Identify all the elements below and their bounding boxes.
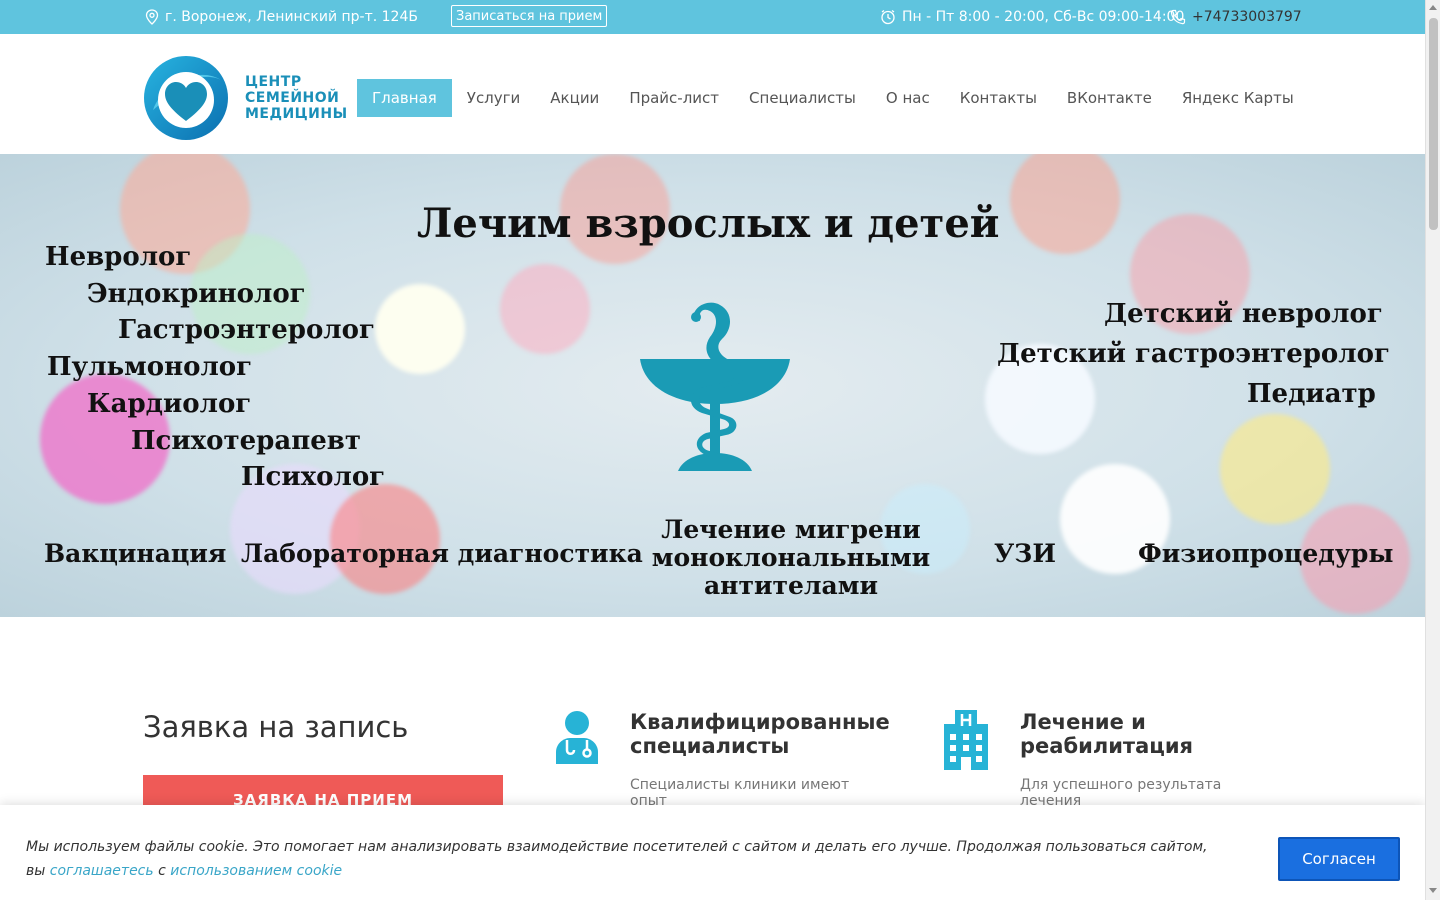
cookie-accept-button[interactable]: Согласен bbox=[1278, 837, 1400, 881]
clock-icon bbox=[881, 9, 895, 25]
nav-item-about[interactable]: О нас bbox=[871, 79, 945, 117]
specialist-label: Эндокринолог bbox=[87, 279, 306, 309]
scroll-up-arrow-icon[interactable] bbox=[1429, 5, 1437, 10]
nav-item-yandex-maps[interactable]: Яндекс Карты bbox=[1167, 79, 1309, 117]
hours-text: Пн - Пт 8:00 - 20:00, Сб-Вс 09:00-14:00 bbox=[902, 9, 1185, 25]
specialist-label: Невролог bbox=[45, 242, 192, 272]
nav-item-price-list[interactable]: Прайс-лист bbox=[614, 79, 734, 117]
scroll-down-arrow-icon[interactable] bbox=[1429, 888, 1437, 893]
specialist-label: Кардиолог bbox=[87, 389, 252, 419]
nav-item-contacts[interactable]: Контакты bbox=[945, 79, 1052, 117]
phone-icon bbox=[1170, 9, 1186, 25]
nav-item-specialists[interactable]: Специалисты bbox=[734, 79, 871, 117]
feature-title: Лечение и реабилитация bbox=[1020, 710, 1194, 758]
address-text: г. Воронеж, Ленинский пр-т. 124Б bbox=[165, 9, 418, 25]
bokeh-light bbox=[1010, 154, 1120, 254]
bokeh-light bbox=[375, 284, 465, 374]
nav-item-services[interactable]: Услуги bbox=[452, 79, 535, 117]
service-label-migraine: Лечение мигрени моноклональными антитела… bbox=[651, 515, 931, 600]
nav-item-promotions[interactable]: Акции bbox=[535, 79, 614, 117]
service-label: Вакцинация bbox=[44, 539, 227, 568]
specialist-label: Психотерапевт bbox=[131, 426, 361, 456]
heart-logo-icon bbox=[144, 56, 228, 140]
appointment-button[interactable]: Записаться на прием bbox=[451, 5, 608, 27]
cookie-usage-link[interactable]: использованием cookie bbox=[170, 863, 342, 879]
logo-line-1: ЦЕНТР bbox=[245, 74, 302, 90]
cookie-agree-link[interactable]: соглашаетесь bbox=[50, 863, 154, 879]
logo-text: ЦЕНТР СЕМЕЙНОЙ МЕДИЦИНЫ bbox=[245, 74, 348, 122]
bokeh-light bbox=[500, 264, 590, 354]
logo-line-3: МЕДИЦИНЫ bbox=[245, 106, 348, 122]
location-pin-icon bbox=[145, 9, 159, 25]
hospital-icon bbox=[944, 710, 988, 770]
specialist-label: Гастроэнтеролог bbox=[118, 315, 375, 345]
caduceus-bowl-icon bbox=[640, 302, 790, 471]
address: г. Воронеж, Ленинский пр-т. 124Б bbox=[145, 0, 418, 34]
header: ЦЕНТР СЕМЕЙНОЙ МЕДИЦИНЫ Главная Услуги А… bbox=[0, 34, 1425, 154]
nav-item-home[interactable]: Главная bbox=[357, 79, 452, 117]
specialist-label: Пульмонолог bbox=[47, 352, 253, 382]
top-bar: г. Воронеж, Ленинский пр-т. 124Б Записат… bbox=[0, 0, 1425, 34]
service-label: Лабораторная диагностика bbox=[241, 539, 643, 568]
cookie-connector: с bbox=[153, 863, 171, 879]
scroll-thumb[interactable] bbox=[1429, 18, 1438, 230]
pediatric-specialist-label: Детский гастроэнтеролог bbox=[997, 339, 1390, 369]
logo-line-2: СЕМЕЙНОЙ bbox=[245, 90, 340, 106]
cookie-banner: Мы используем файлы cookie. Это помогает… bbox=[0, 805, 1425, 900]
main-nav: Главная Услуги Акции Прайс-лист Специали… bbox=[357, 79, 1309, 117]
pediatric-specialist-label: Детский невролог bbox=[1104, 299, 1383, 329]
phone[interactable]: +74733003797 bbox=[1170, 0, 1302, 34]
nav-item-vkontakte[interactable]: ВКонтакте bbox=[1052, 79, 1167, 117]
hero-banner: Лечим взрослых и детей Невролог Эндокрин… bbox=[0, 154, 1425, 617]
working-hours: Пн - Пт 8:00 - 20:00, Сб-Вс 09:00-14:00 bbox=[880, 0, 1184, 34]
logo[interactable]: ЦЕНТР СЕМЕЙНОЙ МЕДИЦИНЫ bbox=[143, 55, 348, 141]
service-label: Физиопроцедуры bbox=[1138, 539, 1394, 568]
bokeh-light bbox=[1220, 414, 1330, 524]
doctor-icon bbox=[556, 711, 598, 764]
banner-headline: Лечим взрослых и детей bbox=[417, 200, 1000, 247]
pediatric-specialist-label: Педиатр bbox=[1247, 379, 1376, 409]
cookie-text: Мы используем файлы cookie. Это помогает… bbox=[26, 835, 1226, 883]
appointment-form-title: Заявка на запись bbox=[143, 710, 409, 744]
specialist-label: Психолог bbox=[241, 462, 386, 492]
feature-title: Квалифицированные специалисты bbox=[630, 710, 890, 758]
page-scrollbar[interactable] bbox=[1425, 0, 1440, 900]
phone-number[interactable]: +74733003797 bbox=[1192, 9, 1302, 25]
service-label: УЗИ bbox=[994, 539, 1056, 568]
